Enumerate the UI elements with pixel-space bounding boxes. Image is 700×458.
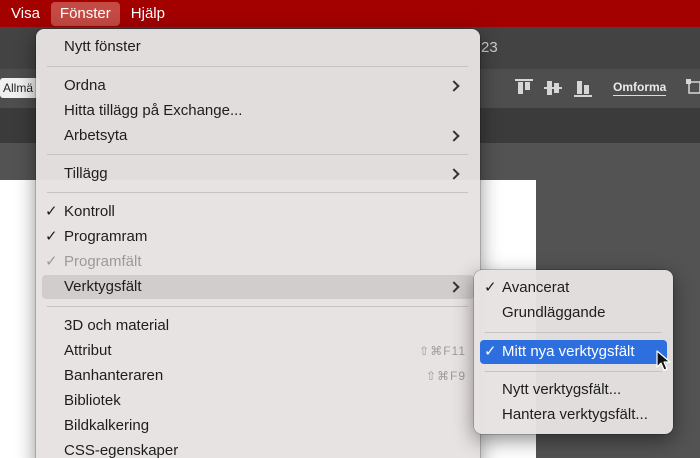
- menu-separator: [485, 332, 662, 333]
- menu-separator: [485, 371, 662, 372]
- checkmark-icon: ✓: [45, 203, 58, 220]
- menu-item-workspace[interactable]: Arbetsyta: [42, 124, 474, 148]
- checkmark-icon: ✓: [45, 253, 58, 270]
- submenu-item-basic[interactable]: Grundläggande: [480, 301, 667, 325]
- menu-item-label: Nytt fönster: [64, 38, 141, 55]
- menubar-item-window[interactable]: Fönster: [50, 1, 120, 26]
- menu-item-arrange[interactable]: Ordna: [42, 74, 474, 98]
- chevron-right-icon: [450, 74, 460, 98]
- menu-item-label: Kontroll: [64, 203, 115, 220]
- menubar-item-help[interactable]: Hjälp: [122, 2, 174, 26]
- chevron-right-icon: [450, 275, 460, 299]
- align-vertical-center-icon[interactable]: [542, 77, 564, 99]
- menu-item-new-window[interactable]: Nytt fönster: [42, 35, 474, 59]
- submenu-item-label: Nytt verktygsfält...: [502, 381, 622, 398]
- submenu-item-label: Hantera verktygsfält...: [502, 406, 648, 423]
- menu-item-toolbars[interactable]: Verktygsfält: [42, 275, 474, 299]
- window-menu: Nytt fönster Ordna Hitta tillägg på Exch…: [36, 29, 480, 458]
- shortcut-label: ⇧⌘F11: [419, 344, 466, 358]
- submenu-item-new-toolbar[interactable]: Nytt verktygsfält...: [480, 378, 667, 402]
- menu-separator: [47, 192, 468, 193]
- control-bar-dropdown[interactable]: Allmä: [0, 78, 40, 98]
- menu-item-label: Banhanteraren: [64, 367, 164, 384]
- menu-item-css-properties[interactable]: CSS-egenskaper: [42, 439, 474, 458]
- menu-item-find-exchange[interactable]: Hitta tillägg på Exchange...: [42, 99, 474, 123]
- toolbars-submenu: ✓ Avancerat Grundläggande ✓ Mitt nya ver…: [474, 270, 673, 434]
- chevron-right-icon: [450, 162, 460, 186]
- checkmark-icon: ✓: [45, 228, 58, 245]
- menu-item-label: Tillägg: [64, 165, 108, 182]
- reshape-button[interactable]: Omforma: [613, 80, 667, 96]
- shortcut-label: ⇧⌘F9: [425, 369, 466, 383]
- menu-item-app-bar: ✓ Programfält: [42, 250, 474, 274]
- align-bottom-icon[interactable]: [572, 77, 594, 99]
- menu-separator: [47, 154, 468, 155]
- submenu-item-label: Avancerat: [502, 279, 570, 296]
- submenu-item-label: Mitt nya verktygsfält: [502, 343, 635, 360]
- menu-item-label: Attribut: [64, 342, 112, 359]
- menu-item-label: Arbetsyta: [64, 127, 128, 144]
- submenu-item-label: Grundläggande: [502, 304, 606, 321]
- menu-item-image-trace[interactable]: Bildkalkering: [42, 414, 474, 438]
- chevron-right-icon: [450, 124, 460, 148]
- menu-separator: [47, 306, 468, 307]
- menu-item-3d-materials[interactable]: 3D och material: [42, 314, 474, 338]
- menu-item-path-manager[interactable]: Banhanteraren ⇧⌘F9: [42, 364, 474, 388]
- menu-item-label: Bibliotek: [64, 392, 121, 409]
- menu-item-label: Programfält: [64, 253, 142, 270]
- menu-item-app-frame[interactable]: ✓ Programram: [42, 225, 474, 249]
- checkmark-icon: ✓: [484, 343, 497, 360]
- menu-item-extensions[interactable]: Tillägg: [42, 162, 474, 186]
- menu-item-attributes[interactable]: Attribut ⇧⌘F11: [42, 339, 474, 363]
- menu-item-label: CSS-egenskaper: [64, 442, 179, 458]
- menu-item-label: Programram: [64, 228, 148, 245]
- menu-item-label: 3D och material: [64, 317, 170, 334]
- menu-item-label: Ordna: [64, 77, 106, 94]
- transform-icon[interactable]: [683, 77, 700, 99]
- checkmark-icon: ✓: [484, 279, 497, 296]
- menu-item-control[interactable]: ✓ Kontroll: [42, 200, 474, 224]
- submenu-item-manage-toolbars[interactable]: Hantera verktygsfält...: [480, 403, 667, 427]
- menu-bar: Visa Fönster Hjälp: [0, 0, 700, 27]
- menu-item-libraries[interactable]: Bibliotek: [42, 389, 474, 413]
- document-title: 23: [481, 39, 498, 56]
- menu-separator: [47, 66, 468, 67]
- menu-item-label: Hitta tillägg på Exchange...: [64, 102, 243, 119]
- submenu-item-advanced[interactable]: ✓ Avancerat: [480, 276, 667, 300]
- submenu-item-my-new-toolbar[interactable]: ✓ Mitt nya verktygsfält: [480, 340, 667, 364]
- menubar-item-view[interactable]: Visa: [2, 2, 49, 26]
- align-top-icon[interactable]: [513, 77, 535, 99]
- menu-item-label: Verktygsfält: [64, 278, 142, 295]
- mouse-pointer-icon: [656, 350, 672, 372]
- menu-item-label: Bildkalkering: [64, 417, 150, 434]
